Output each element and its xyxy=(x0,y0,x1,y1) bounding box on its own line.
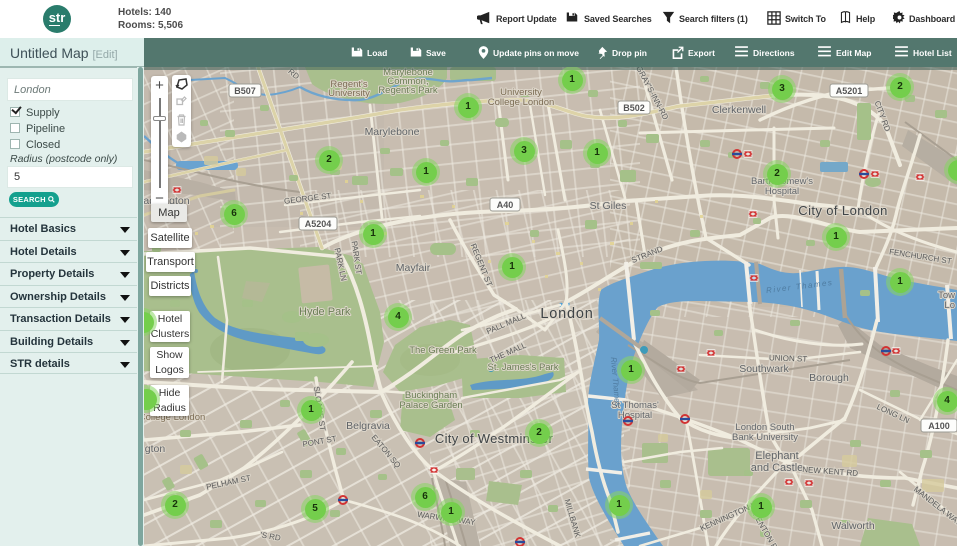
svg-text:and Castle: and Castle xyxy=(751,462,804,474)
svg-text:Regent's Park: Regent's Park xyxy=(378,85,438,96)
svg-text:UNION ST: UNION ST xyxy=(769,353,808,363)
svg-text:B507: B507 xyxy=(234,86,256,96)
svg-text:B502: B502 xyxy=(623,103,645,113)
svg-text:Bank University: Bank University xyxy=(732,432,798,443)
svg-text:College London: College London xyxy=(488,97,555,108)
svg-text:Palace Garden: Palace Garden xyxy=(399,400,462,411)
svg-text:St Giles: St Giles xyxy=(590,200,627,212)
svg-text:Clerkenwell: Clerkenwell xyxy=(712,104,766,116)
svg-text:A100: A100 xyxy=(928,421,950,431)
svg-text:City of London: City of London xyxy=(798,203,887,218)
svg-text:Lo: Lo xyxy=(944,300,955,311)
svg-text:The Green Park: The Green Park xyxy=(409,345,477,356)
svg-text:Walworth: Walworth xyxy=(831,520,875,532)
svg-text:A40: A40 xyxy=(497,200,514,210)
svg-text:Borough: Borough xyxy=(809,372,849,384)
svg-text:Mayfair: Mayfair xyxy=(396,262,431,274)
svg-text:Elephant: Elephant xyxy=(755,450,798,462)
svg-text:A5201: A5201 xyxy=(836,86,863,96)
svg-text:Marylebone: Marylebone xyxy=(365,126,420,138)
svg-text:London: London xyxy=(540,306,593,322)
svg-text:University: University xyxy=(328,88,370,99)
svg-text:St. James's Park: St. James's Park xyxy=(488,362,559,373)
svg-text:A5204: A5204 xyxy=(305,219,332,229)
svg-text:Belgravia: Belgravia xyxy=(346,420,390,432)
svg-text:Southwark: Southwark xyxy=(739,363,789,375)
svg-text:Hyde Park: Hyde Park xyxy=(299,306,351,318)
svg-text:Hospital: Hospital xyxy=(618,410,652,421)
svg-text:gton: gton xyxy=(145,443,166,455)
